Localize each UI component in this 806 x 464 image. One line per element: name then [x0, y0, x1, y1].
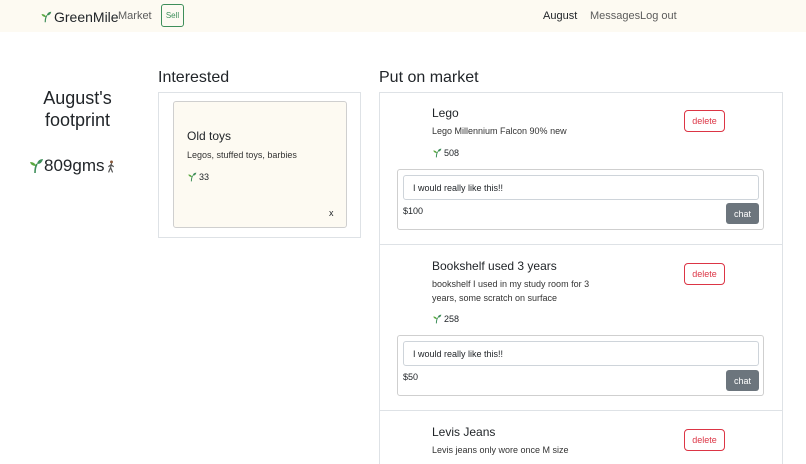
- navbar: GreenMile Market Sell August Messages Lo…: [0, 0, 806, 32]
- message-input[interactable]: I would really like this!!: [403, 175, 759, 200]
- footprint-value: 809gms: [44, 156, 105, 175]
- interested-card[interactable]: Old toys Legos, stuffed toys, barbies 33…: [173, 101, 347, 228]
- sell-button[interactable]: Sell: [161, 4, 184, 27]
- footprint-amount: 809gms: [28, 156, 117, 176]
- sprout-icon: [30, 159, 43, 174]
- sprout-icon: [433, 148, 442, 158]
- chat-button[interactable]: chat: [726, 370, 759, 391]
- market-divider: [379, 410, 783, 411]
- nav-messages[interactable]: Messages: [590, 10, 640, 22]
- offer-price[interactable]: $100: [403, 206, 423, 216]
- sprout-icon: [433, 314, 442, 324]
- delete-button[interactable]: delete: [684, 110, 725, 132]
- market-item-description: bookshelf I used in my study room for 3 …: [432, 279, 590, 303]
- interested-item-score-value: 33: [199, 172, 210, 182]
- market-item-title: Levis Jeans: [432, 425, 496, 439]
- market-item-score-value: 258: [444, 314, 460, 324]
- market-item-description: Levis jeans only wore once M size: [432, 445, 569, 455]
- sprout-icon: [41, 11, 52, 23]
- market-item-title: Bookshelf used 3 years: [432, 259, 557, 273]
- chat-button[interactable]: chat: [726, 203, 759, 224]
- message-input[interactable]: I would really like this!!: [403, 341, 759, 366]
- interested-item-score: 33: [187, 172, 209, 182]
- delete-button[interactable]: delete: [684, 263, 725, 285]
- interested-item-description: Legos, stuffed toys, barbies: [187, 150, 297, 160]
- remove-interest-button[interactable]: x: [329, 208, 334, 218]
- market-item-title: Lego: [432, 106, 459, 120]
- market-divider: [379, 244, 783, 245]
- brand-link[interactable]: GreenMile: [40, 8, 119, 26]
- delete-button[interactable]: delete: [684, 429, 725, 451]
- market-item-score-value: 508: [444, 148, 460, 158]
- walking-person-icon: [108, 159, 115, 173]
- market-item-description: Lego Millennium Falcon 90% new: [432, 126, 567, 136]
- sprout-icon: [188, 172, 197, 182]
- nav-user[interactable]: August: [543, 10, 577, 22]
- interested-heading: Interested: [158, 69, 230, 86]
- interested-item-title: Old toys: [187, 129, 232, 143]
- nav-market[interactable]: Market: [118, 10, 152, 22]
- nav-logout[interactable]: Log out: [640, 10, 677, 22]
- brand-name: GreenMile: [54, 9, 119, 25]
- footprint-title: August's footprint: [43, 88, 112, 130]
- market-item-score: 508: [432, 148, 459, 158]
- market-item-score: 258: [432, 314, 459, 324]
- offer-price[interactable]: $50: [403, 372, 418, 382]
- market-heading: Put on market: [379, 69, 479, 86]
